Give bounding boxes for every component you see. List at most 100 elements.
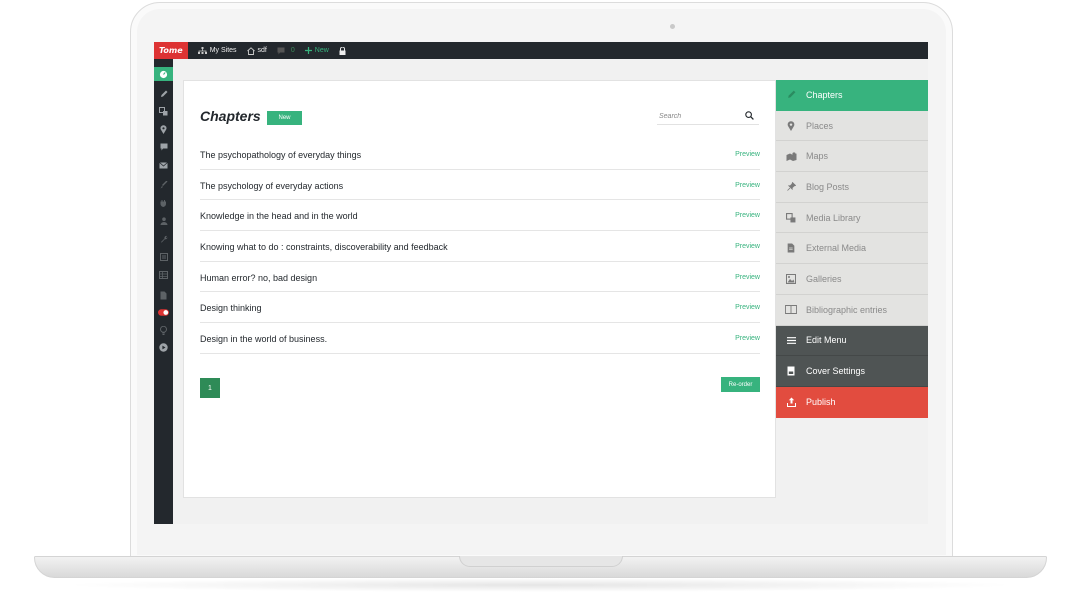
tome-logo[interactable]: Tome bbox=[154, 42, 188, 59]
pagination-page-1[interactable]: 1 bbox=[200, 378, 220, 398]
chapter-title[interactable]: The psychopathology of everyday things bbox=[200, 150, 361, 160]
sidebar-item-pages[interactable] bbox=[158, 290, 169, 300]
preview-link[interactable]: Preview bbox=[735, 182, 760, 189]
preview-link[interactable]: Preview bbox=[735, 212, 760, 219]
admin-bar: Tome My Sites sdf 0 New bbox=[154, 42, 928, 59]
chapter-title[interactable]: Knowing what to do : constraints, discov… bbox=[200, 242, 448, 252]
menu-item-label: Edit Menu bbox=[806, 335, 847, 346]
menu-item-label: Chapters bbox=[806, 89, 843, 100]
pushpin-icon bbox=[786, 182, 796, 192]
dashboard-icon bbox=[159, 70, 168, 79]
menu-item-label: Bibliographic entries bbox=[806, 304, 888, 315]
chapter-row[interactable]: The psychopathology of everyday things P… bbox=[200, 139, 760, 170]
sidebar-item-settings[interactable] bbox=[158, 252, 169, 262]
wrench-icon bbox=[160, 235, 167, 243]
sidebar-item-dashboard[interactable] bbox=[154, 67, 173, 81]
chapter-title[interactable]: Design in the world of business. bbox=[200, 334, 327, 344]
table-icon bbox=[159, 271, 168, 279]
laptop-shadow bbox=[60, 578, 1020, 592]
chapter-row[interactable]: Design thinking Preview bbox=[200, 292, 760, 324]
sidebar-item-media[interactable] bbox=[158, 106, 169, 116]
menu-item-label: Publish bbox=[806, 396, 836, 407]
camera bbox=[670, 24, 675, 29]
screen: Tome My Sites sdf 0 New Chapters New Sea… bbox=[154, 42, 928, 524]
media-icon bbox=[159, 106, 168, 115]
chapter-title[interactable]: Human error? no, bad design bbox=[200, 273, 317, 283]
menu-item-blog-posts[interactable]: Blog Posts bbox=[776, 172, 928, 203]
cover-icon bbox=[787, 366, 795, 376]
menu-item-label: Galleries bbox=[806, 273, 842, 284]
chapter-title[interactable]: The psychology of everyday actions bbox=[200, 181, 343, 191]
site-link[interactable]: sdf bbox=[246, 46, 267, 55]
plus-icon bbox=[304, 47, 312, 54]
book-menu: Chapters Places Maps Blog Posts Media Li… bbox=[776, 80, 928, 418]
menu-item-bibliographic-entries[interactable]: Bibliographic entries bbox=[776, 294, 928, 326]
menu-item-media-library[interactable]: Media Library bbox=[776, 202, 928, 234]
preview-link[interactable]: Preview bbox=[735, 151, 760, 158]
chapter-title[interactable]: Design thinking bbox=[200, 303, 262, 313]
search-icon[interactable] bbox=[745, 111, 754, 120]
chapter-row[interactable]: Knowing what to do : constraints, discov… bbox=[200, 231, 760, 262]
menu-item-maps[interactable]: Maps bbox=[776, 141, 928, 173]
chapter-row[interactable]: Human error? no, bad design Preview bbox=[200, 262, 760, 293]
preview-link[interactable]: Preview bbox=[735, 304, 760, 311]
comment-icon bbox=[160, 143, 167, 151]
menu-item-cover-settings[interactable]: Cover Settings bbox=[776, 356, 928, 387]
sidebar-item-places[interactable] bbox=[158, 124, 169, 134]
sites-icon bbox=[197, 46, 207, 54]
search-input[interactable] bbox=[657, 110, 741, 122]
pencil-icon bbox=[160, 90, 167, 97]
menu-item-chapters[interactable]: Chapters bbox=[776, 80, 928, 111]
sidebar-item-play[interactable] bbox=[158, 342, 169, 352]
my-sites-link[interactable]: My Sites bbox=[197, 46, 237, 55]
menu-item-places[interactable]: Places bbox=[776, 110, 928, 142]
lock-link[interactable] bbox=[339, 46, 349, 55]
preview-link[interactable]: Preview bbox=[735, 243, 760, 250]
new-content-link[interactable]: New bbox=[304, 47, 329, 54]
sidebar-item-comments[interactable] bbox=[158, 142, 169, 152]
chapter-title[interactable]: Knowledge in the head and in the world bbox=[200, 211, 358, 221]
brush-icon bbox=[160, 181, 167, 189]
chapter-row[interactable]: Design in the world of business. Preview bbox=[200, 323, 760, 354]
book-icon bbox=[785, 305, 797, 315]
menu-item-label: Places bbox=[806, 120, 834, 131]
sidebar-item-table[interactable] bbox=[158, 270, 169, 280]
page-icon bbox=[160, 291, 167, 299]
menu-item-edit-menu[interactable]: Edit Menu bbox=[776, 325, 928, 357]
chapters-panel: Chapters New The psychopathology of ever… bbox=[183, 80, 776, 498]
gallery-icon bbox=[786, 273, 796, 284]
sidebar-item-tools[interactable] bbox=[158, 234, 169, 244]
menu-item-label: Maps bbox=[806, 151, 829, 162]
mail-icon bbox=[159, 161, 168, 168]
chapter-row[interactable]: Knowledge in the head and in the world P… bbox=[200, 200, 760, 232]
menu-item-galleries[interactable]: Galleries bbox=[776, 264, 928, 295]
menu-item-external-media[interactable]: External Media bbox=[776, 233, 928, 265]
page-title: Chapters bbox=[200, 108, 261, 124]
sidebar-item-help[interactable] bbox=[158, 325, 169, 335]
toggle-icon bbox=[158, 308, 169, 316]
new-chapter-button[interactable]: New bbox=[267, 111, 302, 125]
sidebar-item-mail[interactable] bbox=[158, 160, 169, 170]
sidebar-item-plugins[interactable] bbox=[158, 198, 169, 208]
document-icon bbox=[787, 243, 795, 253]
hamburger-icon bbox=[786, 336, 796, 344]
preview-link[interactable]: Preview bbox=[735, 335, 760, 342]
sidebar-item-toggle[interactable] bbox=[158, 307, 169, 317]
menu-item-label: Cover Settings bbox=[806, 366, 866, 377]
play-icon bbox=[159, 342, 168, 352]
reorder-button[interactable]: Re-order bbox=[721, 377, 760, 392]
chapter-row[interactable]: The psychology of everyday actions Previ… bbox=[200, 170, 760, 201]
sidebar-item-appearance[interactable] bbox=[158, 180, 169, 190]
upload-icon bbox=[786, 397, 796, 407]
sidebar-item-users[interactable] bbox=[158, 216, 169, 226]
menu-item-label: Blog Posts bbox=[806, 181, 850, 192]
my-sites-label: My Sites bbox=[209, 47, 237, 54]
sidebar-item-posts[interactable] bbox=[158, 89, 169, 99]
preview-link[interactable]: Preview bbox=[735, 274, 760, 281]
site-name: sdf bbox=[257, 47, 267, 54]
media-icon bbox=[786, 212, 796, 223]
admin-sidebar bbox=[154, 59, 173, 524]
menu-item-publish[interactable]: Publish bbox=[776, 386, 928, 418]
home-icon bbox=[246, 46, 255, 55]
comments-link[interactable]: 0 bbox=[277, 47, 295, 55]
